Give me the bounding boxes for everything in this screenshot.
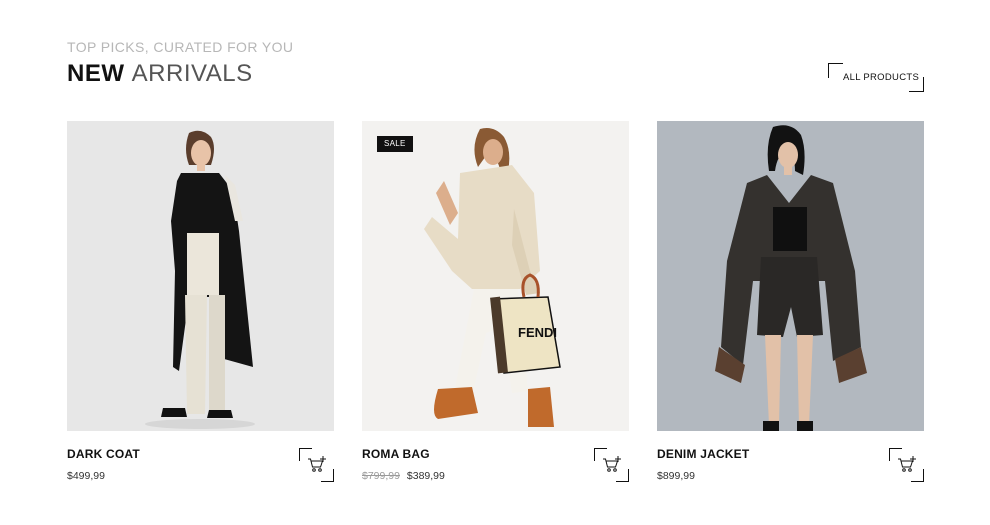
section-header: TOP PICKS, CURATED FOR YOU NEW ARRIVALS bbox=[67, 38, 293, 88]
product-name[interactable]: ROMA BAG bbox=[362, 447, 430, 461]
price-original: $799,99 bbox=[362, 470, 400, 482]
add-to-cart-button[interactable] bbox=[299, 448, 334, 482]
add-to-cart-icon bbox=[308, 456, 326, 472]
price-row: $899,99 bbox=[657, 470, 695, 482]
price-row: $799,99 $389,99 bbox=[362, 470, 445, 482]
all-products-button[interactable]: ALL PRODUCTS bbox=[828, 63, 924, 92]
woman-black-coat-photo bbox=[67, 121, 334, 431]
section-eyebrow: TOP PICKS, CURATED FOR YOU bbox=[67, 39, 294, 55]
woman-cream-jacket-with-bag-photo: FENDI bbox=[362, 121, 629, 431]
add-to-cart-icon bbox=[603, 456, 621, 472]
add-to-cart-button[interactable] bbox=[889, 448, 924, 482]
product-name[interactable]: DARK COAT bbox=[67, 447, 140, 461]
price-current: $899,99 bbox=[657, 470, 695, 482]
add-to-cart-button[interactable] bbox=[594, 448, 629, 482]
sale-badge: SALE bbox=[377, 136, 413, 152]
all-products-label: ALL PRODUCTS bbox=[843, 72, 920, 83]
product-card[interactable]: FENDI SALE ROMA BAG $799,99 $389,99 bbox=[362, 121, 629, 482]
product-image[interactable]: FENDI SALE bbox=[362, 121, 629, 431]
woman-leather-jacket-photo bbox=[657, 121, 924, 431]
title-light: ARRIVALS bbox=[131, 60, 253, 87]
product-image[interactable] bbox=[67, 121, 334, 431]
product-name[interactable]: DENIM JACKET bbox=[657, 447, 749, 461]
section-title: NEW ARRIVALS bbox=[67, 60, 293, 88]
price-row: $499,99 bbox=[67, 470, 105, 482]
price-current: $499,99 bbox=[67, 470, 105, 482]
title-strong: NEW bbox=[67, 60, 125, 87]
product-card[interactable]: DARK COAT $499,99 bbox=[67, 121, 334, 482]
product-card[interactable]: DENIM JACKET $899,99 bbox=[657, 121, 924, 482]
product-image[interactable] bbox=[657, 121, 924, 431]
add-to-cart-icon bbox=[898, 456, 916, 472]
corner-bracket bbox=[828, 63, 843, 78]
price-current: $389,99 bbox=[406, 470, 445, 482]
bag-print-text: FENDI bbox=[518, 325, 557, 340]
